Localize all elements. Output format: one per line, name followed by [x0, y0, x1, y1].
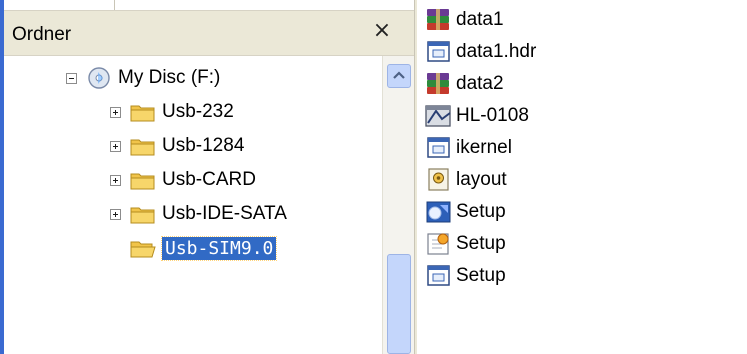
pane-top-strip — [4, 0, 414, 11]
expand-toggle[interactable] — [110, 106, 121, 118]
expand-toggle[interactable] — [110, 174, 121, 186]
setup-ini-icon — [424, 231, 454, 257]
file-name: data2 — [456, 73, 504, 94]
file-item[interactable]: Setup — [424, 260, 506, 292]
file-name: Setup — [456, 201, 506, 222]
file-item[interactable]: data2 — [424, 68, 504, 100]
window-file-icon — [424, 263, 454, 289]
open-folder-icon — [130, 237, 156, 259]
folder-pane-title: Ordner — [12, 24, 72, 45]
folder-icon — [130, 101, 156, 123]
file-name: layout — [456, 169, 507, 190]
tree-node-usb-sim9[interactable]: Usb-SIM9.0 — [130, 232, 278, 264]
file-item[interactable]: Setup — [424, 228, 506, 260]
scroll-up-button[interactable] — [387, 64, 411, 88]
folder-icon — [130, 169, 156, 191]
folder-icon — [130, 135, 156, 157]
scroll-thumb[interactable] — [387, 254, 411, 354]
folder-pane: Ordner × My Disc (F:) Usb-232 Usb-1284 U… — [4, 0, 415, 354]
file-item[interactable]: Setup — [424, 196, 506, 228]
window-file-icon — [424, 39, 454, 65]
winrar-archive-icon — [424, 71, 454, 97]
file-item[interactable]: data1 — [424, 4, 504, 36]
tree-node-label: Usb-IDE-SATA — [162, 203, 287, 224]
file-item[interactable]: HL-0108 — [424, 100, 529, 132]
tree-node-label: Usb-232 — [162, 101, 234, 122]
file-name: data1 — [456, 9, 504, 30]
tree-node-usb-1284[interactable]: Usb-1284 — [110, 130, 244, 162]
pane-splitter[interactable] — [414, 0, 417, 354]
expand-toggle[interactable] — [110, 208, 121, 220]
expand-toggle[interactable] — [110, 140, 121, 152]
tree-node-usb-card[interactable]: Usb-CARD — [110, 164, 256, 196]
installer-disc-icon — [424, 103, 454, 129]
file-name: Setup — [456, 233, 506, 254]
chevron-up-icon — [393, 71, 405, 79]
folder-tree: My Disc (F:) Usb-232 Usb-1284 Usb-CARD U… — [4, 56, 382, 354]
winrar-archive-icon — [424, 7, 454, 33]
file-name: data1.hdr — [456, 41, 537, 62]
collapse-toggle[interactable] — [66, 72, 77, 84]
file-name: ikernel — [456, 137, 512, 158]
tree-node-label: Usb-1284 — [162, 135, 245, 156]
tree-node-label: Usb-CARD — [162, 169, 256, 190]
window-file-icon — [424, 135, 454, 161]
folder-icon — [130, 203, 156, 225]
tree-node-usb-ide-sata[interactable]: Usb-IDE-SATA — [110, 198, 287, 230]
tree-node-my-disc[interactable]: My Disc (F:) — [66, 62, 220, 94]
file-name: Setup — [456, 265, 506, 286]
file-item[interactable]: layout — [424, 164, 507, 196]
close-icon[interactable]: × — [370, 17, 394, 45]
toolbar-separator — [114, 0, 115, 10]
file-item[interactable]: ikernel — [424, 132, 512, 164]
file-name: HL-0108 — [456, 105, 529, 126]
file-list: data1 data1.hdr data2 HL-0108 ikernel la… — [420, 0, 747, 354]
folder-pane-header: Ordner × — [4, 11, 414, 56]
tree-node-label: My Disc (F:) — [118, 67, 221, 88]
tree-node-usb-232[interactable]: Usb-232 — [110, 96, 234, 128]
file-item[interactable]: data1.hdr — [424, 36, 536, 68]
tree-scrollbar[interactable] — [382, 56, 415, 354]
config-settings-icon — [424, 167, 454, 193]
setup-exe-icon — [424, 199, 454, 225]
tree-node-label-selected: Usb-SIM9.0 — [160, 235, 278, 261]
cd-drive-icon — [86, 67, 112, 89]
explorer-window: Ordner × My Disc (F:) Usb-232 Usb-1284 U… — [0, 0, 747, 354]
